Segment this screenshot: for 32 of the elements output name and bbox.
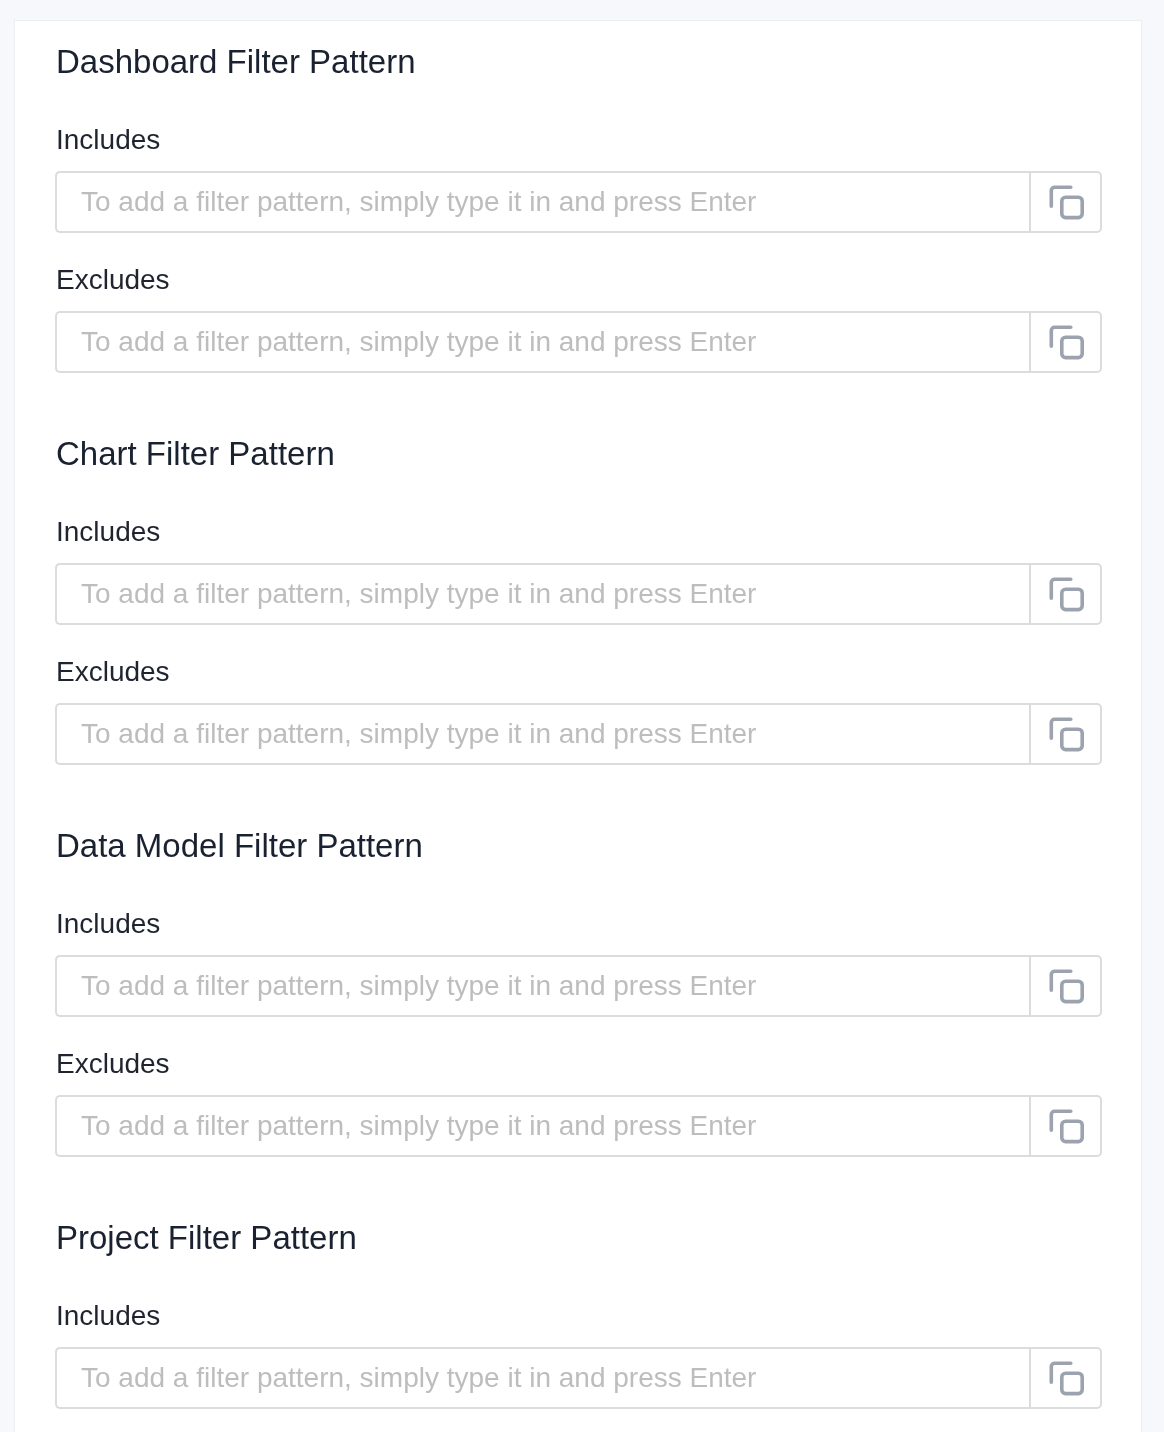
field-label: Includes — [56, 907, 162, 941]
copy-button[interactable] — [1029, 703, 1102, 765]
filter-input[interactable]: To add a filter pattern, simply type it in and press Enter — [55, 311, 1029, 373]
field-label: Excludes — [56, 1047, 171, 1081]
copy-button[interactable] — [1029, 1095, 1102, 1157]
copy-icon — [1047, 1360, 1084, 1396]
copy-button[interactable] — [1029, 171, 1102, 233]
section-title: Chart Filter Pattern — [56, 434, 336, 474]
filter-input[interactable]: To add a filter pattern, simply type it in and press Enter — [55, 955, 1029, 1017]
copy-icon — [1047, 184, 1084, 220]
field-label: Includes — [56, 515, 162, 549]
field-label: Excludes — [56, 263, 171, 297]
copy-icon — [1047, 1108, 1084, 1144]
section-title: Project Filter Pattern — [56, 1218, 358, 1258]
copy-icon — [1047, 716, 1084, 752]
copy-button[interactable] — [1029, 955, 1102, 1017]
copy-icon — [1047, 968, 1084, 1004]
filter-input[interactable]: To add a filter pattern, simply type it in and press Enter — [55, 563, 1029, 625]
copy-button[interactable] — [1029, 563, 1102, 625]
section-title: Dashboard Filter Pattern — [56, 42, 417, 82]
filter-input[interactable]: To add a filter pattern, simply type it in and press Enter — [55, 1095, 1029, 1157]
filter-input[interactable]: To add a filter pattern, simply type it in and press Enter — [55, 703, 1029, 765]
filter-input[interactable]: To add a filter pattern, simply type it in and press Enter — [55, 1347, 1029, 1409]
field-label: Includes — [56, 123, 162, 157]
copy-button[interactable] — [1029, 311, 1102, 373]
copy-icon — [1047, 324, 1084, 360]
field-label: Excludes — [56, 655, 171, 689]
copy-button[interactable] — [1029, 1347, 1102, 1409]
field-label: Includes — [56, 1299, 162, 1333]
section-title: Data Model Filter Pattern — [56, 826, 424, 866]
filter-input[interactable]: To add a filter pattern, simply type it in and press Enter — [55, 171, 1029, 233]
copy-icon — [1047, 576, 1084, 612]
